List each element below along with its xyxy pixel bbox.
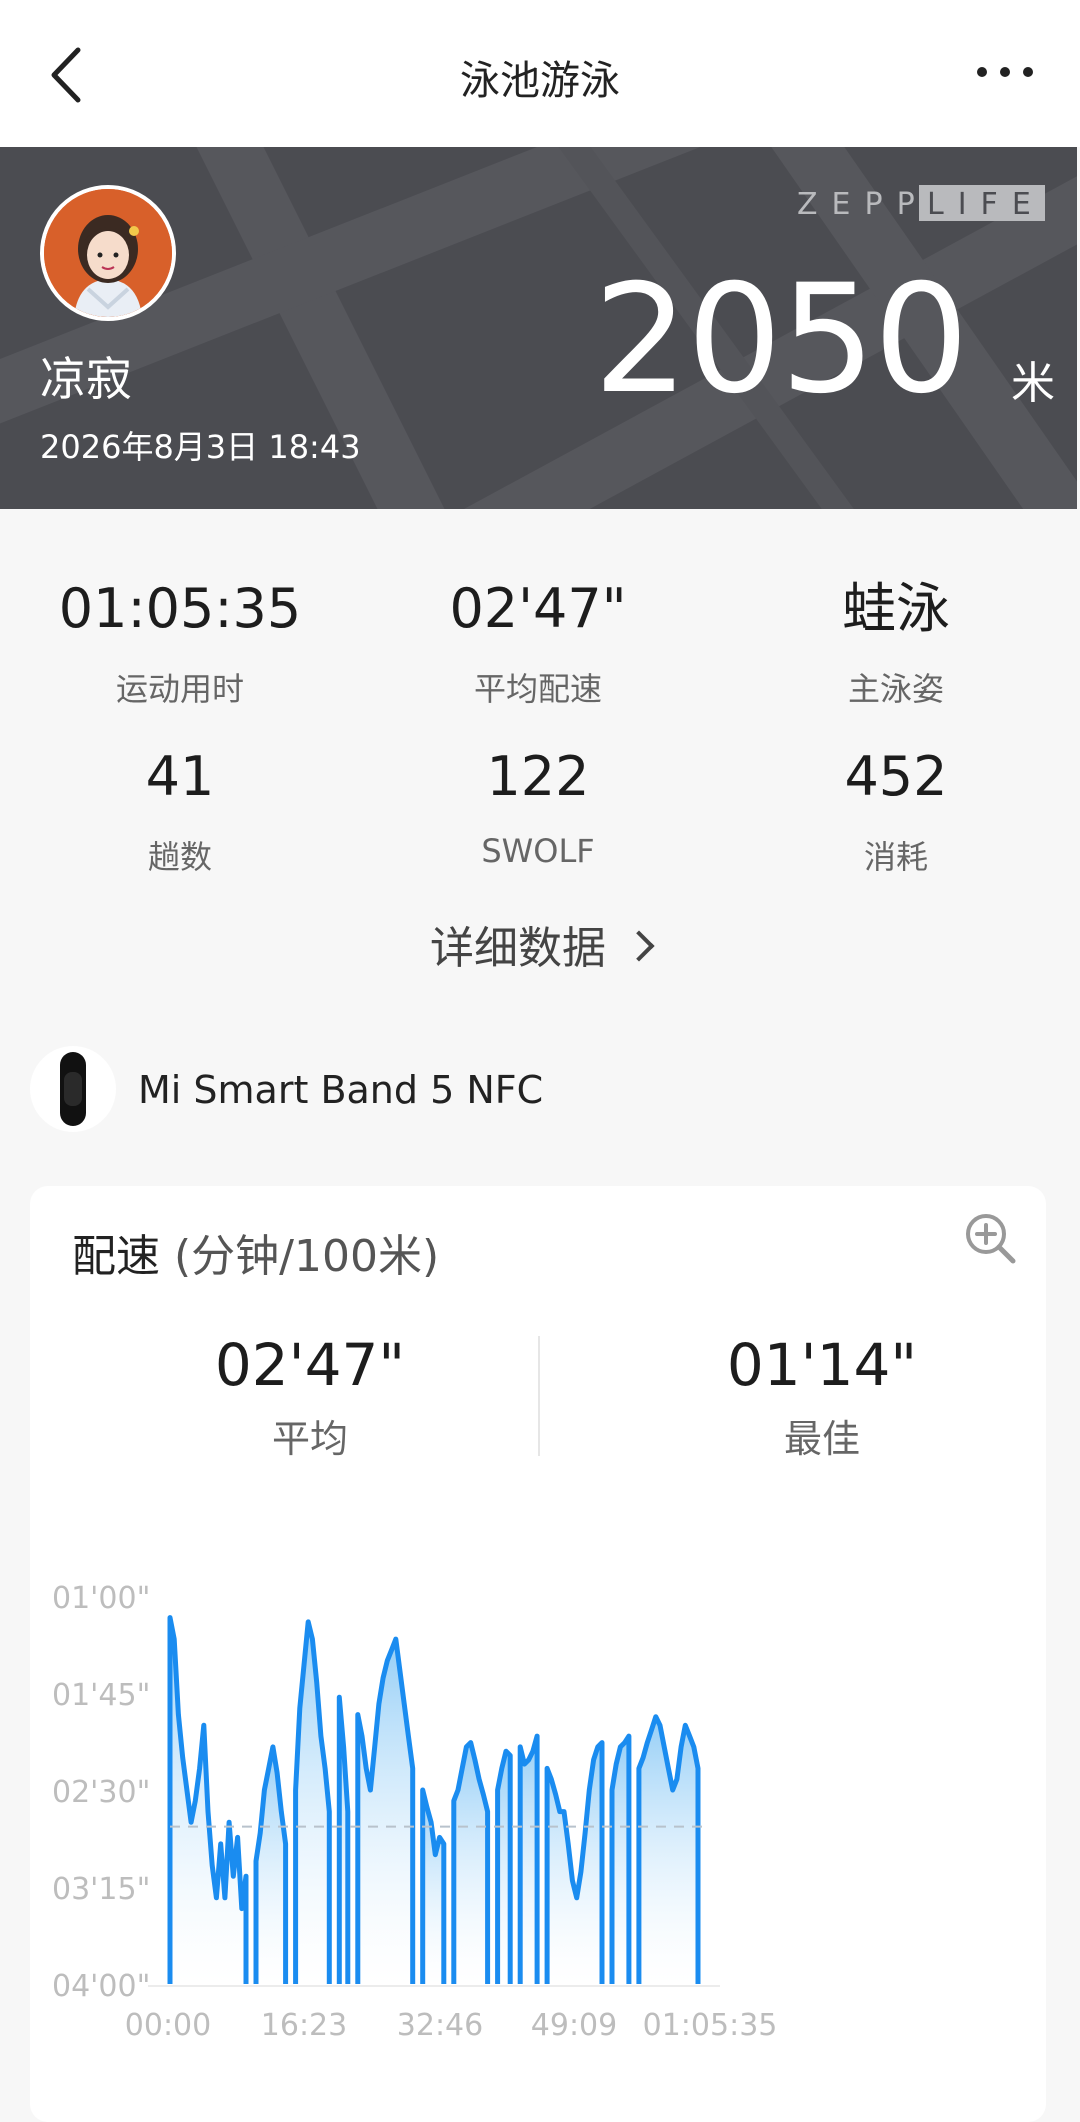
device-name: Mi Smart Band 5 NFC [138, 1068, 544, 1112]
page-title: 泳池游泳 [460, 58, 620, 104]
y-tick-label: 01'00" [52, 1581, 150, 1616]
stat-laps: 41 趟数 [0, 750, 360, 878]
stat-value: 01:05:35 [58, 577, 302, 640]
stat-duration: 01:05:35 运动用时 [0, 582, 360, 710]
y-tick-label: 04'00" [52, 1969, 150, 2004]
detail-data-label: 详细数据 [430, 923, 606, 974]
pace-chart[interactable]: 01'00" 01'45" 02'30" 03'15" 04'00" 00:00 16:23… [30, 1186, 1046, 2122]
stat-label: 平均配速 [473, 670, 602, 708]
pace-area-segment [256, 1746, 286, 1984]
total-distance: 2050 [593, 253, 969, 427]
chevron-right-icon [623, 930, 655, 962]
stat-label: 趟数 [147, 838, 212, 876]
stat-avg-pace: 02'47" 平均配速 [358, 582, 718, 710]
pace-area-segment [520, 1736, 538, 1984]
x-tick-label: 00:00 [125, 2008, 211, 2043]
distance-unit: 米 [1011, 358, 1055, 409]
x-tick-label: 32:46 [397, 2008, 483, 2043]
stat-calories: 452 消耗 [716, 750, 1076, 878]
stat-value: 02'47" [449, 577, 627, 640]
stat-label: SWOLF [481, 832, 595, 870]
stat-stroke: 蛙泳 主泳姿 [716, 582, 1076, 710]
stat-value: 122 [486, 745, 590, 808]
more-dots-icon[interactable] [970, 52, 1040, 92]
zepp-life-logo: ZEPP LIFE [797, 185, 1045, 221]
y-tick-label: 03'15" [52, 1872, 150, 1907]
smart-band-icon [60, 1052, 86, 1126]
y-tick-label: 02'30" [52, 1775, 150, 1810]
svg-text:ZEPP: ZEPP [797, 187, 929, 221]
stat-label: 运动用时 [115, 670, 244, 708]
stat-swolf: 122 SWOLF [358, 745, 718, 871]
svg-text:LIFE: LIFE [927, 187, 1045, 221]
stat-value: 蛙泳 [842, 577, 950, 640]
avatar[interactable] [40, 185, 176, 321]
stat-value: 452 [844, 745, 948, 808]
x-tick-label: 16:23 [261, 2008, 347, 2043]
device-avatar [30, 1046, 116, 1132]
top-bar: 泳池游泳 [0, 0, 1080, 147]
workout-hero: 凉寂 2026年8月3日 18:43 ZEPP LIFE 2050 米 [0, 147, 1077, 509]
workout-datetime: 2026年8月3日 18:43 [40, 428, 361, 466]
pace-card: 配速 (分钟/100米) 02'47" 平均 01'14" 最佳 01'00" 0… [30, 1186, 1046, 2122]
stat-label: 主泳姿 [847, 670, 944, 708]
x-tick-label: 01:05:35 [643, 2008, 778, 2043]
x-tick-label: 49:09 [531, 2008, 617, 2043]
pace-area-segment [422, 1790, 444, 1984]
stat-value: 41 [145, 745, 215, 808]
username: 凉寂 [40, 352, 132, 406]
y-tick-label: 01'45" [52, 1678, 150, 1713]
stat-label: 消耗 [863, 838, 928, 876]
detail-data-link[interactable]: 详细数据 [0, 912, 1080, 976]
pace-area-segment [547, 1742, 602, 1984]
